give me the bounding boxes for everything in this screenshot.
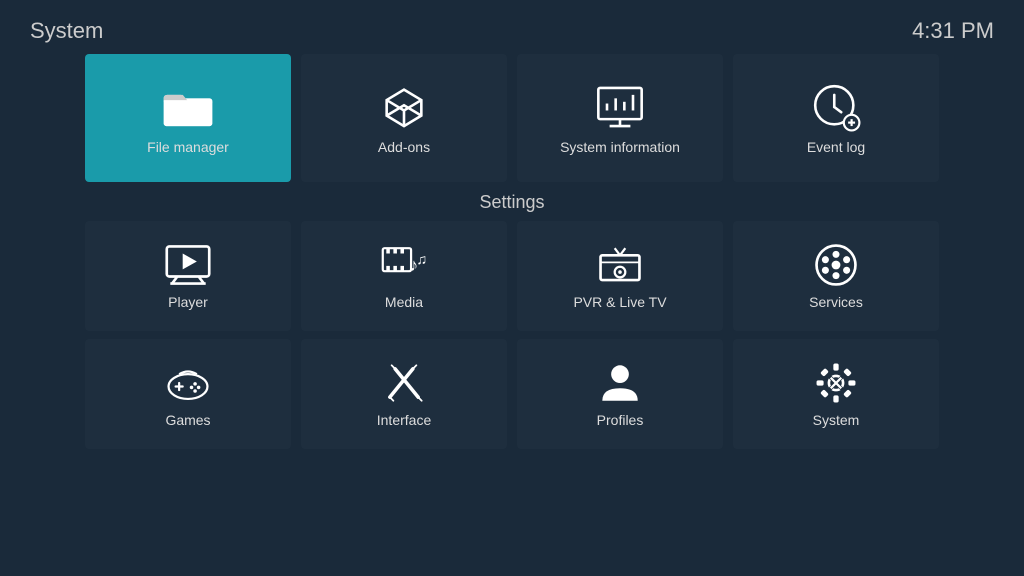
tile-profiles[interactable]: Profiles — [517, 339, 723, 449]
file-manager-label: File manager — [147, 139, 229, 155]
profiles-icon — [597, 360, 643, 406]
player-icon — [165, 242, 211, 288]
system-information-label: System information — [560, 139, 680, 155]
media-icon: ♪ ♫ — [381, 242, 427, 288]
top-bar: System 4:31 PM — [0, 0, 1024, 54]
profiles-label: Profiles — [597, 412, 644, 428]
games-icon — [165, 360, 211, 406]
pvr-icon — [597, 242, 643, 288]
tile-event-log[interactable]: Event log — [733, 54, 939, 182]
svg-text:♫: ♫ — [416, 251, 427, 267]
settings-section-label: Settings — [0, 192, 1024, 213]
media-label: Media — [385, 294, 423, 310]
tile-media[interactable]: ♪ ♫ Media — [301, 221, 507, 331]
interface-icon — [381, 360, 427, 406]
clock: 4:31 PM — [912, 18, 994, 44]
add-ons-label: Add-ons — [378, 139, 430, 155]
services-label: Services — [809, 294, 863, 310]
tile-interface[interactable]: Interface — [301, 339, 507, 449]
page-title: System — [30, 18, 103, 44]
games-label: Games — [165, 412, 210, 428]
event-log-icon — [810, 81, 862, 133]
tile-player[interactable]: Player — [85, 221, 291, 331]
settings-row-1: Player ♪ ♫ Media PVR & Live TV — [0, 221, 1024, 331]
tile-system[interactable]: System — [733, 339, 939, 449]
top-tiles-row: File manager Add-ons System information — [0, 54, 1024, 182]
folder-icon — [162, 81, 214, 133]
settings-row-2: Games Interface Profiles — [0, 339, 1024, 449]
system-icon — [813, 360, 859, 406]
system-label: System — [813, 412, 860, 428]
pvr-live-tv-label: PVR & Live TV — [573, 294, 666, 310]
tile-add-ons[interactable]: Add-ons — [301, 54, 507, 182]
tile-services[interactable]: Services — [733, 221, 939, 331]
tile-pvr-live-tv[interactable]: PVR & Live TV — [517, 221, 723, 331]
tile-games[interactable]: Games — [85, 339, 291, 449]
tile-system-information[interactable]: System information — [517, 54, 723, 182]
services-icon — [813, 242, 859, 288]
interface-label: Interface — [377, 412, 431, 428]
tile-file-manager[interactable]: File manager — [85, 54, 291, 182]
system-info-icon — [594, 81, 646, 133]
addons-icon — [378, 81, 430, 133]
event-log-label: Event log — [807, 139, 865, 155]
player-label: Player — [168, 294, 208, 310]
